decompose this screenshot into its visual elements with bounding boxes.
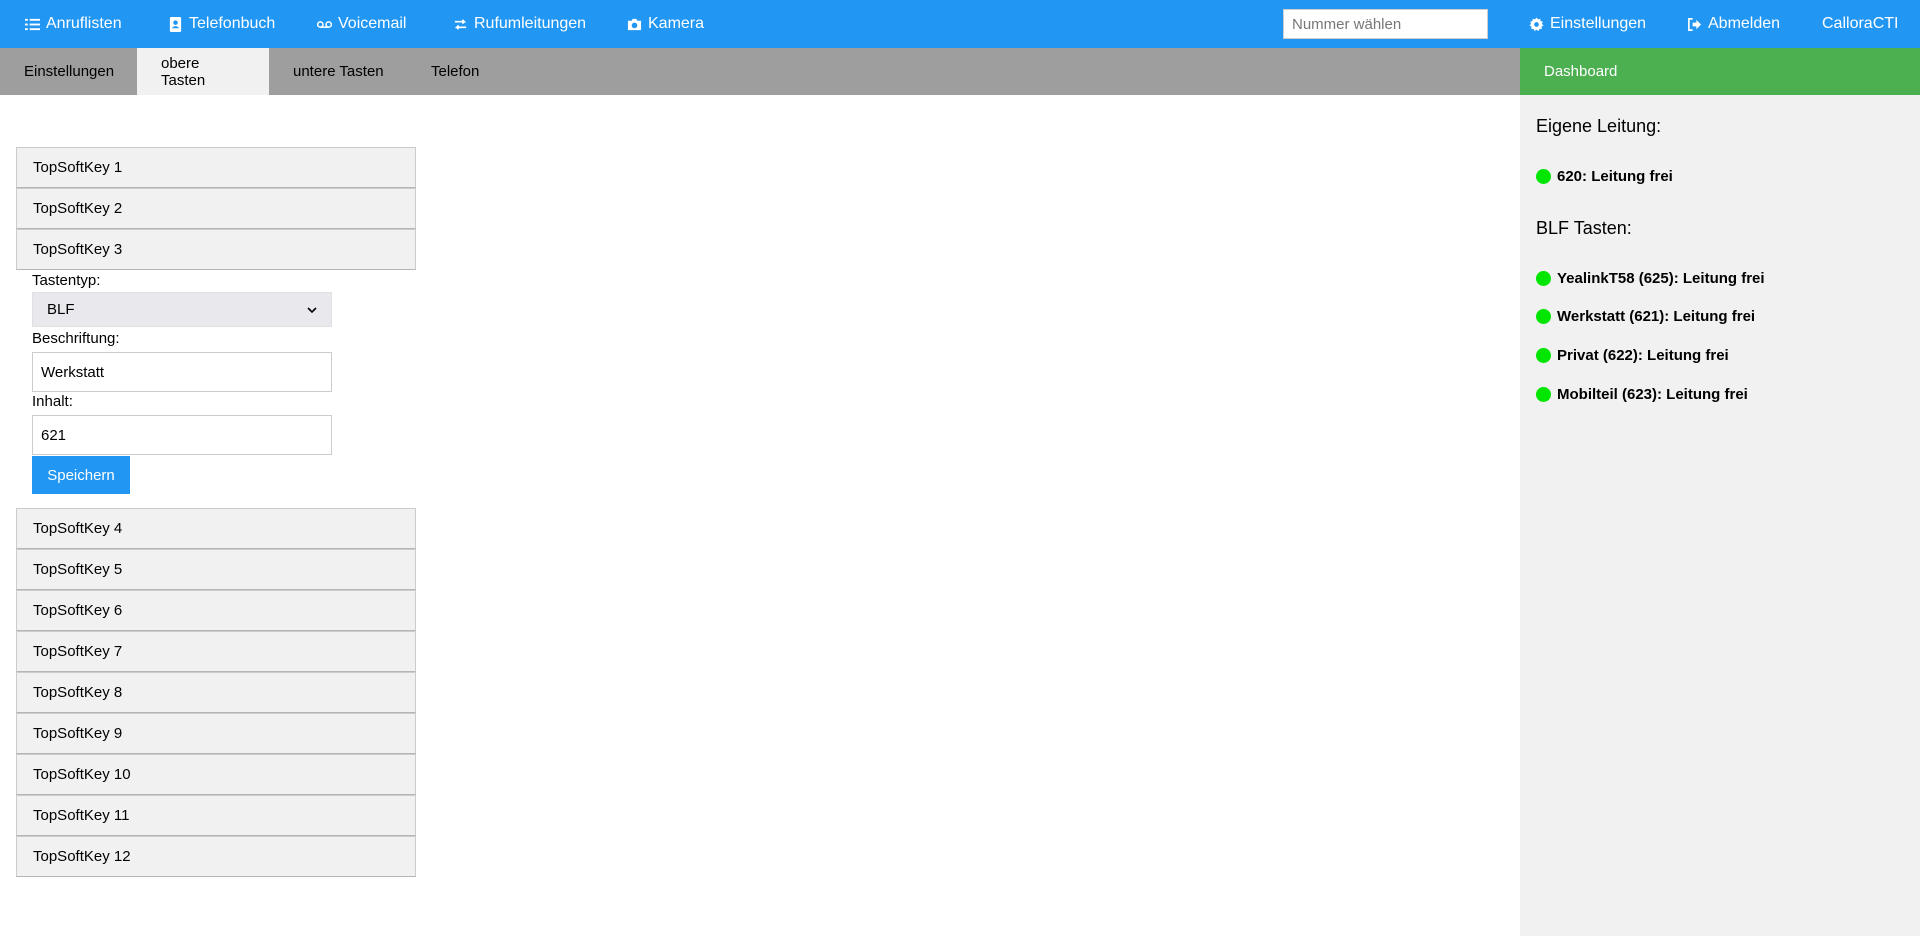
topsoftkey-2[interactable]: TopSoftKey 2 — [16, 188, 416, 229]
own-line-heading: Eigene Leitung: — [1536, 116, 1662, 136]
topsoftkey-8[interactable]: TopSoftKey 8 — [16, 672, 416, 713]
caption-label: Beschriftung: — [32, 330, 120, 347]
topsoftkey-7[interactable]: TopSoftKey 7 — [16, 631, 416, 672]
blf-item: Mobilteil (623): Leitung frei — [1536, 383, 1748, 405]
own-line-status: 620: Leitung frei — [1536, 165, 1673, 187]
status-dot-icon — [1536, 386, 1551, 402]
list-icon — [24, 16, 40, 32]
content-label: Inhalt: — [32, 393, 73, 410]
topsoftkey-6[interactable]: TopSoftKey 6 — [16, 590, 416, 631]
type-label: Tastentyp: — [32, 272, 101, 289]
topsoftkey-list: TopSoftKey 1 TopSoftKey 2 TopSoftKey 3 T… — [16, 147, 416, 877]
tab-telefon[interactable]: Telefon — [407, 48, 503, 95]
nav-label: Anruflisten — [46, 15, 122, 32]
topsoftkey-4[interactable]: TopSoftKey 4 — [16, 508, 416, 549]
status-dot-icon — [1536, 270, 1551, 286]
topsoftkey-11[interactable]: TopSoftKey 11 — [16, 795, 416, 836]
status-dot-icon — [1536, 347, 1551, 363]
blf-heading: BLF Tasten: — [1536, 218, 1632, 238]
top-navbar: Anruflisten Telefonbuch Voicemail Rufuml… — [0, 0, 1920, 48]
address-book-icon — [167, 16, 183, 32]
camera-icon — [626, 16, 642, 32]
logout-icon — [1686, 16, 1702, 32]
redirect-icon — [452, 16, 468, 32]
chevron-down-icon — [307, 306, 317, 313]
blf-item: YealinkT58 (625): Leitung frei — [1536, 267, 1765, 289]
nav-rufumleitungen[interactable]: Rufumleitungen — [452, 0, 586, 48]
nav-label: Abmelden — [1708, 15, 1781, 32]
tab-untere-tasten[interactable]: untere Tasten — [269, 48, 408, 95]
save-button[interactable]: Speichern — [32, 456, 130, 494]
nav-anruflisten[interactable]: Anruflisten — [24, 0, 122, 48]
nav-telefonbuch[interactable]: Telefonbuch — [167, 0, 275, 48]
topsoftkey-5[interactable]: TopSoftKey 5 — [16, 549, 416, 590]
type-select-value: BLF — [47, 301, 75, 318]
settings-tabbar: Einstellungen obere Tasten untere Tasten… — [0, 48, 1520, 95]
blf-item: Werkstatt (621): Leitung frei — [1536, 305, 1755, 327]
type-select[interactable]: BLF — [32, 292, 332, 327]
caption-input[interactable] — [32, 352, 332, 392]
nav-abmelden[interactable]: Abmelden — [1686, 0, 1780, 48]
content-input[interactable] — [32, 415, 332, 455]
topsoftkey-3-form: Tastentyp: BLF Beschriftung: Inhalt: Spe… — [16, 270, 416, 508]
topsoftkey-9[interactable]: TopSoftKey 9 — [16, 713, 416, 754]
nav-label: Telefonbuch — [189, 15, 276, 32]
voicemail-icon — [316, 16, 332, 32]
nav-label: Rufumleitungen — [474, 15, 587, 32]
nav-label: Kamera — [648, 15, 705, 32]
brand-name[interactable]: CalloraCTI — [1822, 0, 1898, 48]
nav-voicemail[interactable]: Voicemail — [316, 0, 406, 48]
status-dot-icon — [1536, 168, 1551, 184]
tab-dashboard[interactable]: Dashboard — [1520, 48, 1920, 95]
nav-kamera[interactable]: Kamera — [626, 0, 704, 48]
nav-label: Einstellungen — [1550, 15, 1647, 32]
topsoftkey-1[interactable]: TopSoftKey 1 — [16, 147, 416, 188]
tab-obere-tasten[interactable]: obere Tasten — [137, 48, 269, 95]
dial-number-input[interactable] — [1283, 9, 1488, 39]
topsoftkey-12[interactable]: TopSoftKey 12 — [16, 836, 416, 877]
gear-icon — [1528, 16, 1544, 32]
tab-einstellungen[interactable]: Einstellungen — [0, 48, 138, 95]
nav-label: Voicemail — [338, 15, 407, 32]
status-dot-icon — [1536, 308, 1551, 324]
nav-einstellungen[interactable]: Einstellungen — [1528, 0, 1646, 48]
blf-item: Privat (622): Leitung frei — [1536, 344, 1729, 366]
topsoftkey-10[interactable]: TopSoftKey 10 — [16, 754, 416, 795]
dashboard-panel: Eigene Leitung: 620: Leitung frei BLF Ta… — [1520, 95, 1920, 936]
topsoftkey-3[interactable]: TopSoftKey 3 — [16, 229, 416, 270]
